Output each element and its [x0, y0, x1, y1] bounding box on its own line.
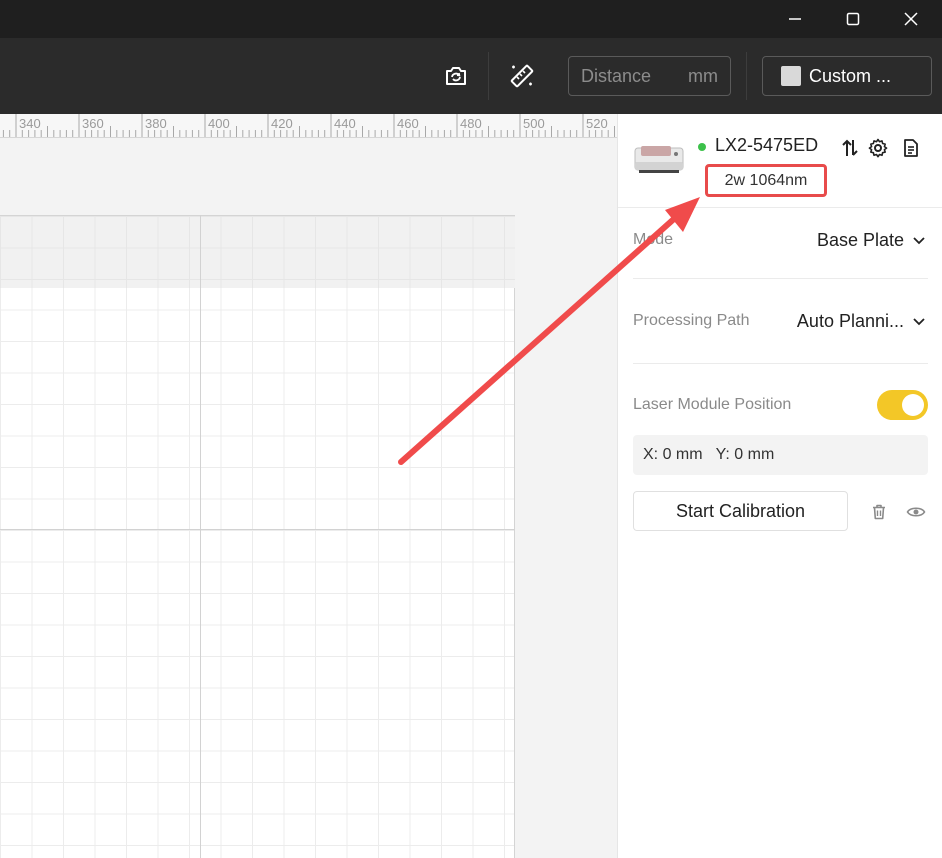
- close-icon: [904, 12, 918, 26]
- delete-button[interactable]: [869, 502, 889, 522]
- title-bar: [0, 0, 942, 38]
- toggle-knob: [902, 394, 924, 416]
- camera-capture-button[interactable]: [440, 60, 472, 92]
- device-name[interactable]: LX2-5475ED: [715, 135, 818, 156]
- mode-select[interactable]: Base Plate: [817, 230, 926, 251]
- eye-icon: [906, 507, 926, 517]
- distance-field[interactable]: mm: [568, 56, 731, 96]
- distance-unit: mm: [688, 65, 718, 86]
- laser-coordinates-readout: X: 0 mm Y: 0 mm: [633, 435, 928, 475]
- connection-status-dot: [698, 143, 706, 151]
- minimize-icon: [789, 18, 801, 20]
- mode-value: Base Plate: [816, 230, 904, 250]
- device-settings-button[interactable]: [866, 136, 890, 160]
- minimize-button[interactable]: [766, 0, 824, 38]
- ruler-tick-label: 480: [460, 116, 482, 131]
- ruler-tick-label: 460: [397, 116, 419, 131]
- maximize-button[interactable]: [824, 0, 882, 38]
- switch-device-button[interactable]: [838, 136, 862, 160]
- processing-path-select[interactable]: Auto Planni...: [797, 311, 926, 332]
- start-calibration-button[interactable]: Start Calibration: [633, 491, 848, 531]
- laser-module-position-label: Laser Module Position: [633, 396, 792, 413]
- ruler-tick-label: 420: [271, 116, 293, 131]
- ruler-tick-label: 360: [82, 116, 104, 131]
- toolbar-separator: [488, 52, 489, 100]
- ruler-tick-label: 380: [145, 116, 167, 131]
- distance-input[interactable]: [581, 65, 676, 87]
- mode-label: Mode: [633, 231, 674, 248]
- work-area-grid[interactable]: [0, 215, 515, 858]
- close-button[interactable]: [882, 0, 940, 38]
- divider: [633, 363, 928, 364]
- horizontal-ruler: 340 360 380 400 420 440 460 480 500 520: [0, 114, 617, 138]
- chevron-down-icon: [912, 311, 926, 332]
- toolbar: mm Custom ...: [0, 38, 942, 114]
- app-window: mm Custom ... 340 360 380 400 420 440 460 480 50…: [0, 0, 942, 858]
- ruler-tick-label: 440: [334, 116, 356, 131]
- ruler-tick-label: 500: [523, 116, 545, 131]
- measure-ruler-icon: [510, 64, 534, 88]
- grid-major-line: [0, 529, 515, 530]
- material-label: Custom ...: [809, 65, 892, 86]
- document-icon: [904, 139, 918, 157]
- ruler-tick-label: 400: [208, 116, 230, 131]
- chevron-down-icon: [912, 230, 926, 251]
- swap-arrows-icon: [842, 139, 858, 156]
- work-area-header-band: [0, 215, 515, 288]
- processing-path-label: Processing Path: [633, 312, 750, 329]
- maximize-icon: [846, 12, 860, 26]
- trash-icon: [873, 504, 885, 520]
- divider: [633, 278, 928, 279]
- ruler-tick-label: 340: [19, 116, 41, 131]
- divider: [618, 207, 942, 208]
- gear-icon: [868, 138, 888, 158]
- material-swatch: [781, 66, 801, 86]
- processing-path-value: Auto Planni...: [796, 311, 904, 331]
- visibility-button[interactable]: [906, 502, 926, 522]
- ruler-tick-label: 520: [586, 116, 608, 131]
- laser-device-image: [634, 146, 684, 173]
- camera-capture-icon: [446, 67, 466, 85]
- toolbar-separator: [746, 52, 747, 100]
- material-select-button[interactable]: Custom ...: [762, 56, 932, 96]
- grid-major-line: [200, 215, 201, 858]
- device-settings-panel: LX2-5475ED 2w 1064nm Mode Base Plate Pro…: [617, 114, 942, 858]
- laser-module-position-toggle[interactable]: [877, 390, 928, 420]
- measure-button[interactable]: [506, 60, 538, 92]
- device-log-button[interactable]: [899, 136, 923, 160]
- laser-module-tag: 2w 1064nm: [705, 164, 827, 197]
- design-canvas[interactable]: [0, 138, 617, 858]
